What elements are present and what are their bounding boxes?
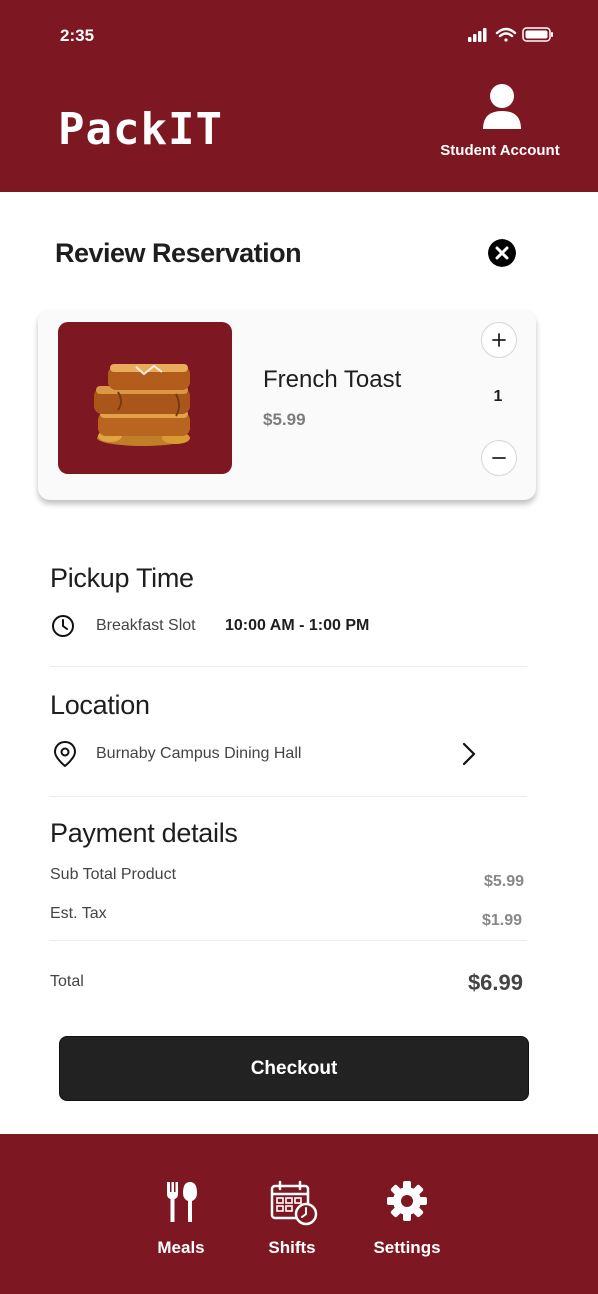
checkout-button[interactable]: Checkout [59, 1036, 529, 1101]
increase-quantity-button[interactable] [481, 322, 517, 358]
total-value: $6.99 [467, 970, 523, 995]
payment-details-heading: Payment details [50, 818, 238, 848]
divider [50, 666, 527, 667]
nav-settings[interactable]: Settings [357, 1180, 457, 1260]
divider [50, 940, 527, 941]
clock-icon [52, 615, 74, 637]
item-price: $5.99 [263, 410, 306, 429]
subtotal-label: Sub Total Product [50, 866, 177, 883]
item-name: French Toast [263, 366, 402, 393]
subtotal-value: $5.99 [483, 873, 524, 890]
total-label: Total [50, 973, 84, 990]
nav-settings-label: Settings [373, 1238, 441, 1257]
nav-meals-label: Meals [157, 1238, 205, 1257]
battery-icon [522, 27, 553, 42]
signal-icon [468, 28, 487, 42]
tax-label: Est. Tax [50, 905, 107, 922]
pickup-slot-time: 10:00 AM - 1:00 PM [225, 617, 370, 634]
calendar-clock-icon [270, 1180, 318, 1226]
page-title: Review Reservation [55, 238, 302, 268]
nav-shifts[interactable]: Shifts [242, 1180, 342, 1260]
location-name: Burnaby Campus Dining Hall [96, 745, 302, 762]
user-icon [483, 84, 521, 129]
status-time: 2:35 [60, 26, 95, 45]
food-illustration [94, 364, 190, 446]
bottom-nav: Meals Shifts Settings [0, 1134, 598, 1294]
status-icons [468, 27, 553, 42]
nav-shifts-label: Shifts [268, 1238, 316, 1257]
chevron-right-icon[interactable] [458, 740, 478, 768]
pickup-slot-label: Breakfast Slot [96, 617, 196, 634]
close-icon[interactable] [488, 239, 516, 267]
account-label: Student Account [440, 142, 560, 159]
app-logo: PackIT [58, 104, 223, 155]
french-toast-image [58, 322, 232, 474]
tax-value: $1.99 [481, 912, 522, 929]
gear-icon [387, 1181, 427, 1221]
decrease-quantity-button[interactable] [481, 440, 517, 476]
nav-meals[interactable]: Meals [131, 1180, 231, 1260]
wifi-icon [495, 27, 517, 42]
student-account-button[interactable]: Student Account [430, 84, 570, 164]
location-heading: Location [50, 690, 150, 720]
location-pin-icon [53, 740, 77, 768]
reservation-item-card: French Toast $5.99 1 [38, 310, 536, 500]
pickup-time-heading: Pickup Time [50, 563, 194, 593]
fork-spoon-icon [167, 1182, 197, 1222]
divider [50, 796, 527, 797]
quantity-value: 1 [493, 388, 503, 405]
